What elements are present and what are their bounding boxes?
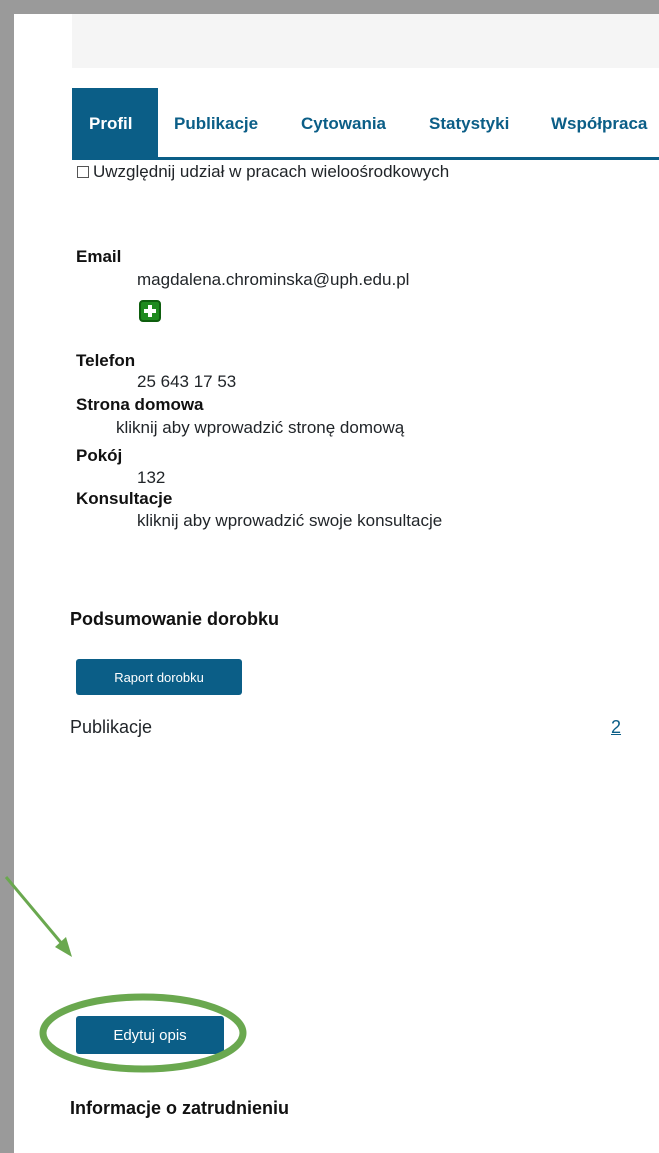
- employment-title: Informacje o zatrudnieniu: [70, 1098, 290, 1118]
- multicenter-checkbox[interactable]: [77, 166, 89, 178]
- multicenter-checkbox-row[interactable]: Uwzględnij udział w pracach wieloośrodko…: [77, 162, 449, 182]
- room-value: 132: [137, 468, 166, 487]
- email-value[interactable]: magdalena.chrominska@uph.edu.pl: [137, 270, 409, 290]
- publications-count-link[interactable]: 2: [611, 717, 621, 738]
- phone-value: 25 643 17 53: [137, 372, 237, 391]
- tab-publikacje[interactable]: Publikacje: [174, 88, 258, 160]
- top-bar: [72, 14, 659, 68]
- homepage-value[interactable]: kliknij aby wprowadzić stronę domową: [116, 418, 404, 438]
- tab-wspolpraca[interactable]: Współpraca: [551, 88, 647, 160]
- report-button[interactable]: Raport dorobku: [76, 659, 242, 695]
- room-label: Pokój: [76, 446, 123, 465]
- tab-statystyki[interactable]: Statystyki: [429, 88, 509, 160]
- edit-description-button[interactable]: Edytuj opis: [76, 1016, 224, 1054]
- plus-icon[interactable]: [139, 300, 161, 322]
- summary-title: Podsumowanie dorobku: [70, 609, 280, 629]
- tab-underline: [72, 157, 659, 160]
- consultations-label: Konsultacje: [76, 489, 173, 508]
- multicenter-checkbox-label: Uwzględnij udział w pracach wieloośrodko…: [93, 162, 450, 181]
- consultations-value[interactable]: kliknij aby wprowadzić swoje konsultacje: [137, 511, 442, 531]
- phone-label: Telefon: [76, 351, 136, 370]
- profile-tabs: Profil Publikacje Cytowania Statystyki W…: [72, 88, 659, 160]
- homepage-label: Strona domowa: [76, 395, 204, 414]
- publications-label: Publikacje: [70, 717, 153, 737]
- tab-cytowania[interactable]: Cytowania: [301, 88, 386, 160]
- tab-profil[interactable]: Profil: [72, 88, 158, 160]
- email-label: Email: [76, 247, 122, 266]
